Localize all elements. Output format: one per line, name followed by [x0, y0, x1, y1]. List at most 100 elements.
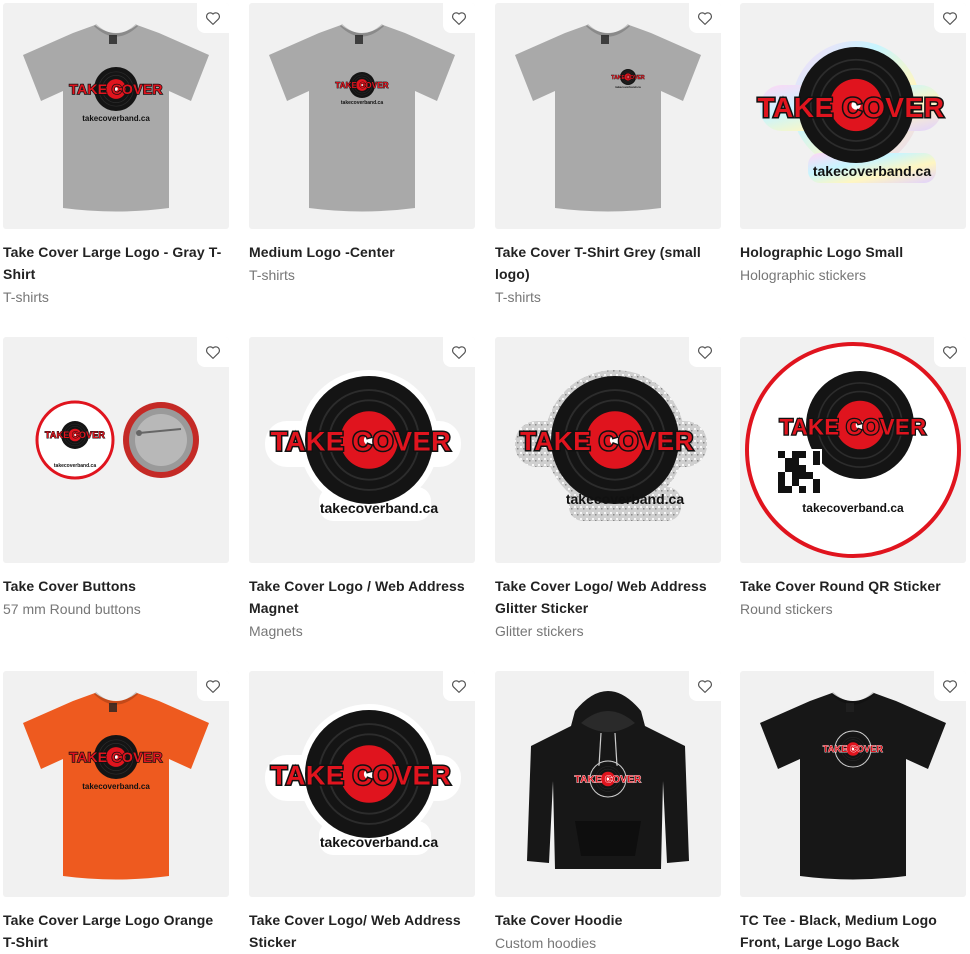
- heart-icon: [697, 12, 713, 25]
- heart-icon: [942, 680, 958, 693]
- product-title[interactable]: Take Cover Round QR Sticker: [740, 575, 966, 597]
- product-artwork-logo-sticker: TAKE COVER takecoverband.ca: [265, 704, 461, 855]
- product-title[interactable]: Take Cover Logo / Web Address Magnet: [249, 575, 475, 619]
- product-artwork-gray-tshirt-small-logo: TAKE COVER takecoverband.ca: [515, 23, 701, 212]
- heart-icon: [451, 680, 467, 693]
- product-category: Holographic stickers: [740, 267, 867, 283]
- svg-text:TAKE COVER: TAKE COVER: [45, 430, 105, 440]
- favorite-button[interactable]: [197, 671, 229, 701]
- product-title[interactable]: Take Cover T-Shirt Grey (small logo): [495, 241, 721, 285]
- product-artwork-logo-magnet: TAKE COVER takecoverband.ca: [265, 370, 461, 521]
- product-artwork-gray-tshirt-large-logo: TAKE COVER takecoverband.ca: [23, 23, 209, 212]
- favorite-button[interactable]: [934, 337, 966, 367]
- product-card[interactable]: TAKE COVER takecoverband.ca Take Cover Lo…: [249, 337, 475, 642]
- product-artwork-orange-tshirt: TAKE COVER takecoverband.ca: [23, 691, 209, 880]
- favorite-button[interactable]: [934, 3, 966, 33]
- favorite-button[interactable]: [443, 671, 475, 701]
- product-category: Round stickers: [740, 601, 833, 617]
- product-title[interactable]: Holographic Logo Small: [740, 241, 966, 263]
- svg-text:TAKE COVER: TAKE COVER: [575, 775, 642, 786]
- favorite-button[interactable]: [934, 671, 966, 701]
- favorite-button[interactable]: [197, 337, 229, 367]
- product-title[interactable]: Take Cover Large Logo Orange T-Shirt: [3, 909, 229, 953]
- svg-text:takecoverband.ca: takecoverband.ca: [813, 163, 931, 179]
- svg-text:TAKE COVER: TAKE COVER: [779, 415, 926, 440]
- svg-text:TAKE COVER: TAKE COVER: [69, 81, 163, 97]
- svg-text:TAKE COVER: TAKE COVER: [823, 744, 883, 754]
- product-image[interactable]: TAKE COVER takecoverband.ca: [3, 337, 229, 563]
- product-card[interactable]: TAKE COVER takecoverband.ca Take Cover La…: [3, 671, 229, 954]
- product-card[interactable]: TAKE COVER takecoverband.ca Take Cover La…: [3, 3, 229, 308]
- product-card[interactable]: TAKE COVER takecoverband.ca Medium Logo -…: [249, 3, 475, 286]
- product-image[interactable]: TAKE COVER: [495, 671, 721, 897]
- product-title[interactable]: Take Cover Hoodie: [495, 909, 721, 931]
- product-artwork-round-buttons: TAKE COVER takecoverband.ca: [35, 400, 199, 480]
- favorite-button[interactable]: [689, 337, 721, 367]
- svg-text:TAKE COVER: TAKE COVER: [271, 760, 451, 790]
- svg-text:takecoverband.ca: takecoverband.ca: [341, 100, 383, 106]
- product-image[interactable]: TAKE COVER takecoverband.ca: [249, 671, 475, 897]
- product-image[interactable]: TAKE COVER takecoverband.ca: [495, 3, 721, 229]
- svg-text:takecoverband.ca: takecoverband.ca: [615, 85, 641, 89]
- heart-icon: [942, 12, 958, 25]
- svg-text:TAKE COVER: TAKE COVER: [520, 426, 694, 456]
- heart-icon: [697, 680, 713, 693]
- heart-icon: [451, 12, 467, 25]
- svg-text:TAKE COVER: TAKE COVER: [69, 749, 163, 765]
- product-category: 57 mm Round buttons: [3, 601, 141, 617]
- product-image[interactable]: TAKE COVER takecoverband.ca: [3, 671, 229, 897]
- product-card[interactable]: TAKE COVER takecoverband.ca Take Cover Ro…: [740, 337, 966, 620]
- product-card[interactable]: TAKE COVER takecoverband.ca Take Cover Bu…: [3, 337, 229, 620]
- product-category: Custom hoodies: [495, 935, 597, 951]
- product-card[interactable]: TAKE COVER Take Cover Hoodie Custom hood…: [495, 671, 721, 954]
- svg-text:takecoverband.ca: takecoverband.ca: [802, 501, 904, 515]
- product-image[interactable]: TAKE COVER takecoverband.ca: [249, 3, 475, 229]
- favorite-button[interactable]: [689, 671, 721, 701]
- product-title[interactable]: TC Tee - Black, Medium Logo Front, Large…: [740, 909, 966, 953]
- product-card[interactable]: TAKE COVER takecoverband.ca Take Cover T-…: [495, 3, 721, 308]
- product-title[interactable]: Take Cover Buttons: [3, 575, 229, 597]
- product-image[interactable]: TAKE COVER: [740, 671, 966, 897]
- product-image[interactable]: TAKE COVER takecoverband.ca: [740, 3, 966, 229]
- product-artwork-black-tshirt: TAKE COVER: [760, 691, 946, 880]
- product-artwork-black-hoodie: TAKE COVER: [527, 691, 689, 869]
- product-artwork-holographic-sticker: TAKE COVER takecoverband.ca: [756, 41, 945, 183]
- product-card[interactable]: TAKE COVER takecoverband.ca Take Cover Lo…: [495, 337, 721, 642]
- product-image[interactable]: TAKE COVER takecoverband.ca: [740, 337, 966, 563]
- product-title[interactable]: Take Cover Large Logo - Gray T-Shirt: [3, 241, 229, 285]
- svg-text:takecoverband.ca: takecoverband.ca: [54, 463, 96, 469]
- svg-text:takecoverband.ca: takecoverband.ca: [82, 114, 150, 123]
- svg-text:takecoverband.ca: takecoverband.ca: [566, 491, 684, 507]
- svg-text:takecoverband.ca: takecoverband.ca: [82, 782, 150, 791]
- favorite-button[interactable]: [443, 337, 475, 367]
- heart-icon: [205, 680, 221, 693]
- heart-icon: [205, 12, 221, 25]
- svg-text:takecoverband.ca: takecoverband.ca: [320, 500, 438, 516]
- favorite-button[interactable]: [689, 3, 721, 33]
- product-card[interactable]: TAKE COVER takecoverband.ca Holographic L…: [740, 3, 966, 286]
- svg-text:TAKE COVER: TAKE COVER: [757, 92, 944, 123]
- product-title[interactable]: Medium Logo -Center: [249, 241, 475, 263]
- product-category: T-shirts: [495, 289, 541, 305]
- product-category: T-shirts: [249, 267, 295, 283]
- favorite-button[interactable]: [197, 3, 229, 33]
- svg-text:TAKE COVER: TAKE COVER: [611, 75, 645, 81]
- svg-text:TAKE COVER: TAKE COVER: [335, 81, 389, 90]
- favorite-button[interactable]: [443, 3, 475, 33]
- product-category: Glitter stickers: [495, 623, 584, 639]
- product-image[interactable]: TAKE COVER takecoverband.ca: [3, 3, 229, 229]
- product-card[interactable]: TAKE COVER takecoverband.ca Take Cover Lo…: [249, 671, 475, 954]
- product-card[interactable]: TAKE COVER TC Tee - Black, Medium Logo F…: [740, 671, 966, 954]
- product-artwork-round-qr-sticker: TAKE COVER takecoverband.ca: [745, 342, 961, 558]
- product-category: T-shirts: [3, 289, 49, 305]
- product-category: Magnets: [249, 623, 303, 639]
- product-artwork-gray-tshirt-medium-logo: TAKE COVER takecoverband.ca: [269, 23, 455, 212]
- heart-icon: [942, 346, 958, 359]
- heart-icon: [451, 346, 467, 359]
- product-image[interactable]: TAKE COVER takecoverband.ca: [495, 337, 721, 563]
- product-title[interactable]: Take Cover Logo/ Web Address Glitter Sti…: [495, 575, 721, 619]
- heart-icon: [697, 346, 713, 359]
- product-title[interactable]: Take Cover Logo/ Web Address Sticker: [249, 909, 475, 953]
- svg-text:TAKE COVER: TAKE COVER: [271, 426, 451, 456]
- product-image[interactable]: TAKE COVER takecoverband.ca: [249, 337, 475, 563]
